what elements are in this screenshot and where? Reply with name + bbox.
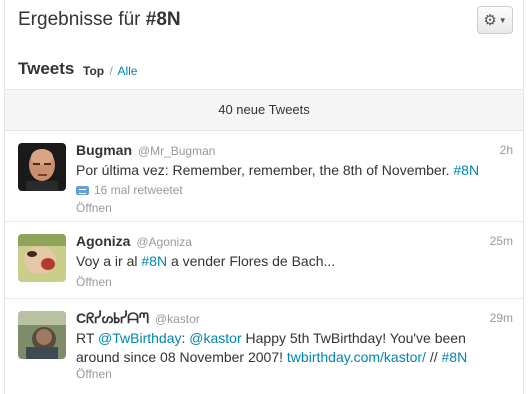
filter-all-link[interactable]: Alle xyxy=(117,64,137,78)
tweet-username[interactable]: @Agoniza xyxy=(136,235,192,249)
search-results-panel: Ergebnisse für #8N ⚙ ▼ Tweets Top / Alle … xyxy=(4,0,524,394)
retweet-icon xyxy=(76,185,89,195)
retweet-info: 16 mal retweetet xyxy=(76,183,183,197)
open-tweet-link[interactable]: Öffnen xyxy=(76,275,112,289)
gear-icon: ⚙ xyxy=(483,12,497,29)
tweet-item[interactable]: Bugman @Mr_Bugman 2h Por última vez: Rem… xyxy=(5,131,523,222)
tweet-header: Agoniza @Agoniza xyxy=(76,233,192,249)
tweet-text: Por última vez: Remember, remember, the … xyxy=(76,161,513,180)
tweet-text-segment: // xyxy=(425,349,442,365)
mention-link[interactable]: @TwBirthday xyxy=(98,330,181,346)
tweet-username[interactable]: @kastor xyxy=(155,312,200,326)
hashtag-link[interactable]: #8N xyxy=(453,162,479,178)
open-tweet-link[interactable]: Öffnen xyxy=(76,367,112,381)
hashtag-link[interactable]: #8N xyxy=(141,253,167,269)
tweet-fullname[interactable]: Cᖇᓰᔕᖯᓰᗩᘉ xyxy=(76,310,149,326)
title-query: #8N xyxy=(145,9,181,30)
tweet-header: Cᖇᓰᔕᖯᓰᗩᘉ @kastor xyxy=(76,310,200,327)
tweet-timestamp[interactable]: 25m xyxy=(490,234,513,248)
tweet-fullname[interactable]: Bugman xyxy=(76,142,132,158)
tweet-fullname[interactable]: Agoniza xyxy=(76,233,130,249)
mention-link[interactable]: @kastor xyxy=(189,330,241,346)
hashtag-link[interactable]: #8N xyxy=(442,349,468,365)
tweet-text-segment: Por última vez: Remember, remember, the … xyxy=(76,162,454,178)
tweet-item[interactable]: Agoniza @Agoniza 25m Voy a ir al #8N a v… xyxy=(5,222,523,299)
url-link[interactable]: twbirthday.com/kastor/ xyxy=(287,349,426,365)
settings-dropdown-button[interactable]: ⚙ ▼ xyxy=(477,6,513,34)
retweet-count: 16 mal retweetet xyxy=(94,183,183,197)
avatar[interactable] xyxy=(18,143,66,191)
tweets-subheader: Tweets Top / Alle xyxy=(5,45,523,89)
title-prefix: Ergebnisse für xyxy=(18,9,146,30)
tweet-item[interactable]: Cᖇᓰᔕᖯᓰᗩᘉ @kastor 29m RT @TwBirthday: @ka… xyxy=(5,299,523,394)
tweet-text: RT @TwBirthday: @kastor Happy 5th TwBirt… xyxy=(76,329,513,367)
page-title: Ergebnisse für #8N xyxy=(18,9,181,31)
avatar[interactable] xyxy=(18,234,66,282)
filter-top[interactable]: Top xyxy=(83,64,104,78)
results-header: Ergebnisse für #8N ⚙ ▼ xyxy=(5,0,523,45)
tweet-timestamp[interactable]: 29m xyxy=(490,311,513,325)
filter-links: Top / Alle xyxy=(83,64,137,78)
tweet-text: Voy a ir al #8N a vender Flores de Bach.… xyxy=(76,252,513,271)
tweet-timestamp[interactable]: 2h xyxy=(500,143,513,157)
new-tweets-bar[interactable]: 40 neue Tweets xyxy=(5,89,523,131)
avatar[interactable] xyxy=(18,311,66,359)
tweets-heading: Tweets xyxy=(18,59,75,78)
tweet-text-segment: a vender Flores de Bach... xyxy=(167,253,336,269)
caret-down-icon: ▼ xyxy=(498,15,507,25)
tweet-header: Bugman @Mr_Bugman xyxy=(76,142,215,158)
open-tweet-link[interactable]: Öffnen xyxy=(76,201,112,215)
tweet-text-segment: Voy a ir al xyxy=(76,253,142,269)
tweet-text-segment: RT xyxy=(76,330,99,346)
tweet-username[interactable]: @Mr_Bugman xyxy=(138,144,216,158)
filter-separator: / xyxy=(109,64,113,78)
